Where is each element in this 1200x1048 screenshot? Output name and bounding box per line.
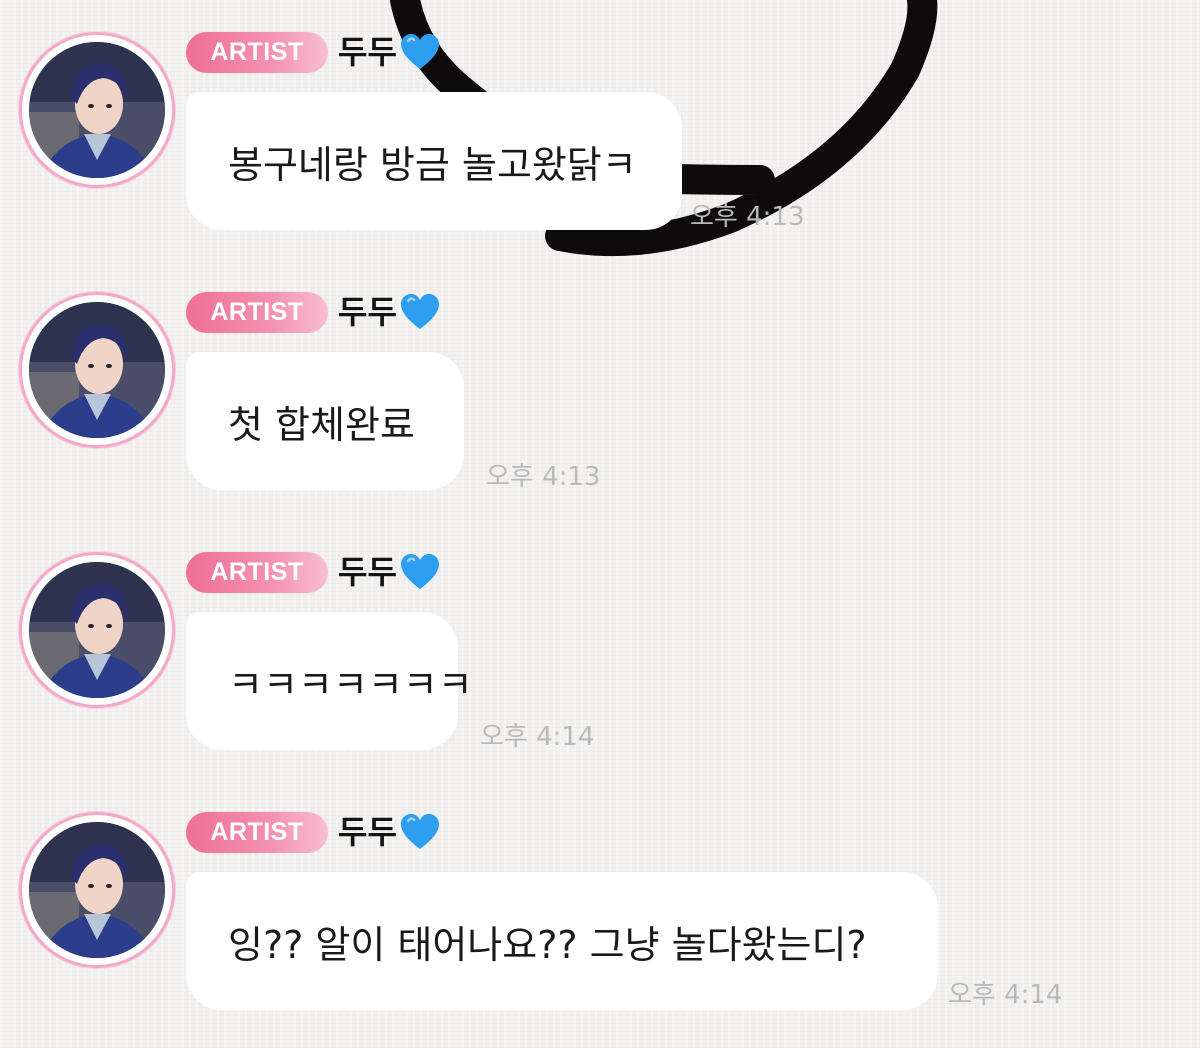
sender-name: 두두 (338, 553, 397, 591)
message-time: 오후 4:14 (948, 980, 1063, 1010)
sender-name-row: 두두 (338, 290, 441, 334)
avatar[interactable] (19, 552, 175, 708)
avatar-image (29, 822, 165, 958)
artist-badge: ARTIST (186, 32, 328, 73)
message-time: 오후 4:13 (690, 202, 805, 232)
sender-name-row: 두두 (338, 550, 441, 594)
message-time: 오후 4:13 (486, 462, 601, 492)
sender-name: 두두 (338, 813, 397, 851)
artist-badge: ARTIST (186, 552, 328, 593)
sender-name: 두두 (338, 33, 397, 71)
blue-heart-icon (400, 814, 439, 849)
avatar[interactable] (19, 32, 175, 188)
avatar-image (29, 42, 165, 178)
message-bubble[interactable]: 잉?? 알이 태어나요?? 그냥 놀다왔는디? (186, 872, 938, 1010)
chat-message: ARTIST 두두 첫 합체완료 오후 4:13 (0, 260, 1200, 520)
chat-message: ARTIST 두두 봉구네랑 방금 놀고왔닭ㅋ 오후 4:13 (0, 0, 1200, 260)
chat-message: ARTIST 두두 잉?? 알이 태어나요?? 그냥 놀다왔는디? 오후 4:1… (0, 780, 1200, 1040)
artist-badge: ARTIST (186, 812, 328, 853)
message-bubble[interactable]: 봉구네랑 방금 놀고왔닭ㅋ (186, 92, 682, 230)
chat-message: ARTIST 두두 ㅋㅋㅋㅋㅋㅋㅋ 오후 4:14 (0, 520, 1200, 780)
blue-heart-icon (400, 554, 439, 589)
sender-name: 두두 (338, 293, 397, 331)
avatar[interactable] (19, 812, 175, 968)
avatar-image (29, 562, 165, 698)
sender-name-row: 두두 (338, 30, 441, 74)
blue-heart-icon (400, 34, 439, 69)
sender-name-row: 두두 (338, 810, 441, 854)
avatar[interactable] (19, 292, 175, 448)
message-bubble[interactable]: ㅋㅋㅋㅋㅋㅋㅋ (186, 612, 473, 750)
blue-heart-icon (400, 294, 439, 329)
artist-badge: ARTIST (186, 292, 328, 333)
avatar-image (29, 302, 165, 438)
message-time: 오후 4:14 (480, 722, 595, 752)
message-bubble[interactable]: 첫 합체완료 (186, 352, 464, 490)
